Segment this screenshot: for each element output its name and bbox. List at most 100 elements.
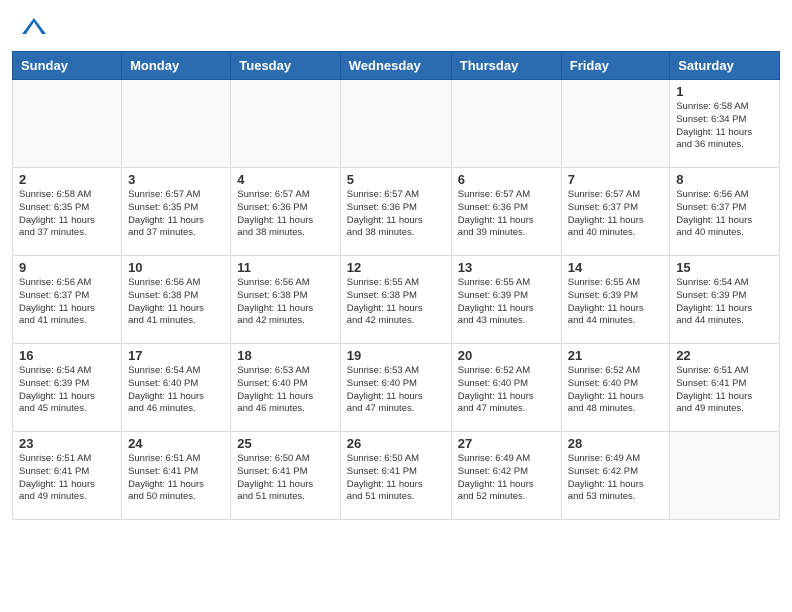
day-info: Sunrise: 6:55 AM Sunset: 6:39 PM Dayligh… <box>568 277 663 328</box>
day-number: 5 <box>347 172 445 187</box>
day-cell: 16Sunrise: 6:54 AM Sunset: 6:39 PM Dayli… <box>13 344 122 432</box>
day-number: 2 <box>19 172 115 187</box>
day-cell: 26 Sunrise: 6:50 AM Sunset: 6:41 PM Dayli… <box>340 432 451 520</box>
day-info: Sunrise: 6:57 AM Sunset: 6:37 PM Dayligh… <box>568 189 663 240</box>
weekday-header-thursday: Thursday <box>451 52 561 80</box>
day-number: 10 <box>128 260 224 275</box>
day-number: 1 <box>676 84 773 99</box>
day-cell: 5 Sunrise: 6:57 AM Sunset: 6:36 PM Daylig… <box>340 168 451 256</box>
day-info: Sunrise: 6:51 AM Sunset: 6:41 PM Dayligh… <box>676 365 773 416</box>
day-cell <box>122 80 231 168</box>
calendar-table: SundayMondayTuesdayWednesdayThursdayFrid… <box>12 51 780 520</box>
logo <box>20 16 48 43</box>
logo-icon <box>20 16 48 38</box>
day-cell: 8 Sunrise: 6:56 AM Sunset: 6:37 PM Daylig… <box>670 168 780 256</box>
day-number: 22 <box>676 348 773 363</box>
day-cell: 27Sunrise: 6:49 AM Sunset: 6:42 PM Dayli… <box>451 432 561 520</box>
day-cell: 25 Sunrise: 6:50 AM Sunset: 6:41 PM Dayli… <box>231 432 340 520</box>
header <box>0 0 792 51</box>
day-cell: 15 Sunrise: 6:54 AM Sunset: 6:39 PM Dayli… <box>670 256 780 344</box>
day-info: Sunrise: 6:54 AM Sunset: 6:39 PM Dayligh… <box>676 277 773 328</box>
day-cell: 12 Sunrise: 6:55 AM Sunset: 6:38 PM Dayli… <box>340 256 451 344</box>
day-number: 19 <box>347 348 445 363</box>
day-cell: 14 Sunrise: 6:55 AM Sunset: 6:39 PM Dayli… <box>561 256 669 344</box>
day-cell: 28 Sunrise: 6:49 AM Sunset: 6:42 PM Dayli… <box>561 432 669 520</box>
day-info: Sunrise: 6:57 AM Sunset: 6:35 PM Dayligh… <box>128 189 224 240</box>
day-info: Sunrise: 6:58 AM Sunset: 6:34 PM Dayligh… <box>676 101 773 152</box>
day-cell: 18 Sunrise: 6:53 AM Sunset: 6:40 PM Dayli… <box>231 344 340 432</box>
weekday-header-friday: Friday <box>561 52 669 80</box>
day-cell <box>13 80 122 168</box>
weekday-header-wednesday: Wednesday <box>340 52 451 80</box>
day-cell: 17Sunrise: 6:54 AM Sunset: 6:40 PM Dayli… <box>122 344 231 432</box>
weekday-header-saturday: Saturday <box>670 52 780 80</box>
day-info: Sunrise: 6:58 AM Sunset: 6:35 PM Dayligh… <box>19 189 115 240</box>
day-number: 9 <box>19 260 115 275</box>
day-cell <box>561 80 669 168</box>
day-info: Sunrise: 6:52 AM Sunset: 6:40 PM Dayligh… <box>458 365 555 416</box>
day-cell: 7 Sunrise: 6:57 AM Sunset: 6:37 PM Daylig… <box>561 168 669 256</box>
week-row-3: 16Sunrise: 6:54 AM Sunset: 6:39 PM Dayli… <box>13 344 780 432</box>
day-number: 8 <box>676 172 773 187</box>
day-number: 15 <box>676 260 773 275</box>
day-number: 18 <box>237 348 333 363</box>
day-info: Sunrise: 6:56 AM Sunset: 6:37 PM Dayligh… <box>676 189 773 240</box>
day-info: Sunrise: 6:52 AM Sunset: 6:40 PM Dayligh… <box>568 365 663 416</box>
day-number: 24 <box>128 436 224 451</box>
week-row-4: 23 Sunrise: 6:51 AM Sunset: 6:41 PM Dayli… <box>13 432 780 520</box>
day-info: Sunrise: 6:56 AM Sunset: 6:37 PM Dayligh… <box>19 277 115 328</box>
day-info: Sunrise: 6:51 AM Sunset: 6:41 PM Dayligh… <box>19 453 115 504</box>
day-number: 23 <box>19 436 115 451</box>
day-cell: 13Sunrise: 6:55 AM Sunset: 6:39 PM Dayli… <box>451 256 561 344</box>
calendar-container: SundayMondayTuesdayWednesdayThursdayFrid… <box>12 51 780 520</box>
day-number: 13 <box>458 260 555 275</box>
day-cell: 19Sunrise: 6:53 AM Sunset: 6:40 PM Dayli… <box>340 344 451 432</box>
day-number: 7 <box>568 172 663 187</box>
day-cell: 24 Sunrise: 6:51 AM Sunset: 6:41 PM Dayli… <box>122 432 231 520</box>
day-cell: 10 Sunrise: 6:56 AM Sunset: 6:38 PM Dayli… <box>122 256 231 344</box>
day-cell <box>231 80 340 168</box>
day-cell: 22 Sunrise: 6:51 AM Sunset: 6:41 PM Dayli… <box>670 344 780 432</box>
day-number: 26 <box>347 436 445 451</box>
day-number: 11 <box>237 260 333 275</box>
day-cell: 23 Sunrise: 6:51 AM Sunset: 6:41 PM Dayli… <box>13 432 122 520</box>
weekday-header-row: SundayMondayTuesdayWednesdayThursdayFrid… <box>13 52 780 80</box>
day-info: Sunrise: 6:55 AM Sunset: 6:38 PM Dayligh… <box>347 277 445 328</box>
page-container: SundayMondayTuesdayWednesdayThursdayFrid… <box>0 0 792 520</box>
day-info: Sunrise: 6:57 AM Sunset: 6:36 PM Dayligh… <box>347 189 445 240</box>
calendar-body: 1 Sunrise: 6:58 AM Sunset: 6:34 PM Daylig… <box>13 80 780 520</box>
day-info: Sunrise: 6:51 AM Sunset: 6:41 PM Dayligh… <box>128 453 224 504</box>
day-info: Sunrise: 6:53 AM Sunset: 6:40 PM Dayligh… <box>237 365 333 416</box>
day-cell: 1 Sunrise: 6:58 AM Sunset: 6:34 PM Daylig… <box>670 80 780 168</box>
day-number: 25 <box>237 436 333 451</box>
day-cell: 9 Sunrise: 6:56 AM Sunset: 6:37 PM Daylig… <box>13 256 122 344</box>
day-number: 28 <box>568 436 663 451</box>
day-number: 12 <box>347 260 445 275</box>
weekday-header-tuesday: Tuesday <box>231 52 340 80</box>
weekday-header-monday: Monday <box>122 52 231 80</box>
day-cell: 6Sunrise: 6:57 AM Sunset: 6:36 PM Daylig… <box>451 168 561 256</box>
day-info: Sunrise: 6:50 AM Sunset: 6:41 PM Dayligh… <box>237 453 333 504</box>
weekday-header-sunday: Sunday <box>13 52 122 80</box>
day-info: Sunrise: 6:50 AM Sunset: 6:41 PM Dayligh… <box>347 453 445 504</box>
day-info: Sunrise: 6:56 AM Sunset: 6:38 PM Dayligh… <box>237 277 333 328</box>
day-cell: 3 Sunrise: 6:57 AM Sunset: 6:35 PM Daylig… <box>122 168 231 256</box>
day-cell: 2 Sunrise: 6:58 AM Sunset: 6:35 PM Daylig… <box>13 168 122 256</box>
day-cell: 11 Sunrise: 6:56 AM Sunset: 6:38 PM Dayli… <box>231 256 340 344</box>
day-number: 27 <box>458 436 555 451</box>
day-cell: 4Sunrise: 6:57 AM Sunset: 6:36 PM Daylig… <box>231 168 340 256</box>
day-number: 17 <box>128 348 224 363</box>
day-number: 3 <box>128 172 224 187</box>
day-number: 14 <box>568 260 663 275</box>
day-number: 20 <box>458 348 555 363</box>
day-number: 21 <box>568 348 663 363</box>
day-info: Sunrise: 6:49 AM Sunset: 6:42 PM Dayligh… <box>568 453 663 504</box>
day-info: Sunrise: 6:56 AM Sunset: 6:38 PM Dayligh… <box>128 277 224 328</box>
day-cell: 20 Sunrise: 6:52 AM Sunset: 6:40 PM Dayli… <box>451 344 561 432</box>
day-info: Sunrise: 6:57 AM Sunset: 6:36 PM Dayligh… <box>237 189 333 240</box>
day-cell <box>451 80 561 168</box>
week-row-1: 2 Sunrise: 6:58 AM Sunset: 6:35 PM Daylig… <box>13 168 780 256</box>
week-row-2: 9 Sunrise: 6:56 AM Sunset: 6:37 PM Daylig… <box>13 256 780 344</box>
day-info: Sunrise: 6:57 AM Sunset: 6:36 PM Dayligh… <box>458 189 555 240</box>
day-cell <box>670 432 780 520</box>
